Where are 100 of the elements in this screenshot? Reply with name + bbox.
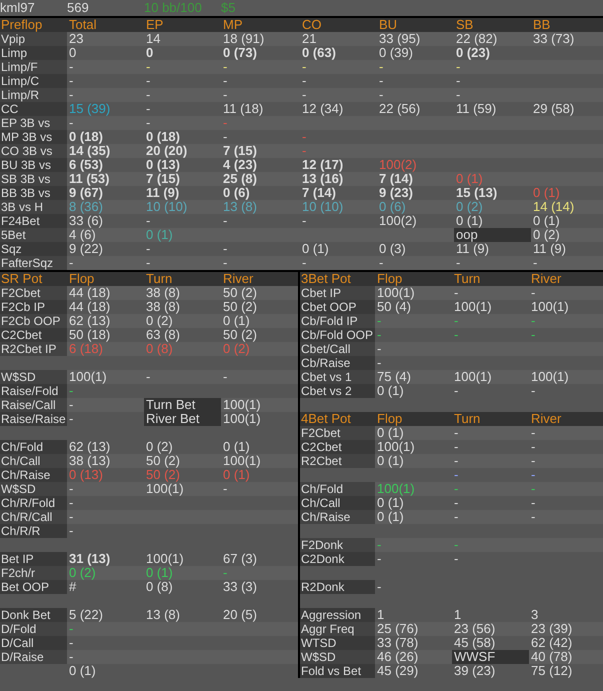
stat-value: 100(2) xyxy=(378,158,418,172)
row-label: Cbet vs 2 xyxy=(300,384,375,398)
stat-value: - xyxy=(145,116,152,130)
stat-value: 0 (73) xyxy=(222,46,257,60)
column-header: EP xyxy=(145,18,164,32)
stat-value: 0 xyxy=(68,46,78,60)
stat-value: 11 (18) xyxy=(222,102,264,116)
stat-value: - xyxy=(68,384,74,398)
stat-label: River Bet xyxy=(144,412,221,426)
row-label: D/Call xyxy=(0,636,67,650)
stat-value: 0 (1) xyxy=(68,664,97,678)
stat-value: - xyxy=(530,482,536,496)
stat-value: - xyxy=(453,286,460,300)
stat-value: 100(1) xyxy=(68,370,108,384)
stat-value: 100(1) xyxy=(222,398,262,412)
row-label: Ch/Raise xyxy=(300,510,375,524)
stat-value: - xyxy=(222,74,228,88)
stat-value: 100(2) xyxy=(378,214,418,228)
row-label: F2Cbet xyxy=(300,426,375,440)
row-label: CO 3B vs xyxy=(0,144,67,158)
row-label: R2Cbet IP xyxy=(0,342,67,356)
column-header: MP xyxy=(222,18,244,32)
stat-value: 20 (5) xyxy=(222,608,258,622)
row-label: Cbet/Call xyxy=(300,342,375,356)
stat-value: 13 (8) xyxy=(145,608,181,622)
stat-value: 33 (73) xyxy=(532,32,576,46)
stat-value: - xyxy=(145,256,152,270)
stat-value: - xyxy=(455,60,462,74)
stat-value: - xyxy=(222,60,228,74)
row-label: F2Cb OOP xyxy=(0,314,67,328)
stat-value: - xyxy=(530,454,536,468)
column-header: Turn xyxy=(145,272,174,286)
stat-value: - xyxy=(376,552,382,566)
stat-value: - xyxy=(68,88,74,102)
column-header: River xyxy=(530,412,562,426)
stat-value: - xyxy=(222,482,228,496)
stat-value: 44 (18) xyxy=(68,300,112,314)
row-label: F24Bet xyxy=(0,214,67,228)
stat-value: - xyxy=(453,440,460,454)
stat-value: 11 (9) xyxy=(532,242,567,256)
section-title: 4Bet Pot xyxy=(300,412,352,426)
stat-value: 0 (1) xyxy=(145,228,174,242)
stat-value: 0 (1) xyxy=(376,426,405,440)
stat-value: 38 (13) xyxy=(68,454,112,468)
stat-value: 14 xyxy=(145,32,162,46)
row-label: Ch/R/Call xyxy=(0,510,67,524)
row-label: MP 3B vs xyxy=(0,130,67,144)
column-header: River xyxy=(530,272,562,286)
row-label: Ch/R/Fold xyxy=(0,496,67,510)
section-title: 3Bet Pot xyxy=(300,272,352,286)
stat-value: - xyxy=(455,256,462,270)
stat-value: 33 (78) xyxy=(376,636,420,650)
stat-value: - xyxy=(530,314,536,328)
stat-value: 7 (14) xyxy=(301,186,336,200)
stat-value: - xyxy=(68,74,74,88)
stat-value: - xyxy=(530,468,536,482)
stat-value: 0 (2) xyxy=(145,440,174,454)
stat-value: 8 (36) xyxy=(68,200,104,214)
stat-value: 13 (8) xyxy=(222,200,258,214)
stat-value: 11 (9) xyxy=(145,186,180,200)
stat-value: 0 (6) xyxy=(222,186,250,200)
stat-value: 0 (1) xyxy=(301,242,330,256)
stat-value: 40 (78) xyxy=(530,650,574,664)
stat-value: 39 (23) xyxy=(453,664,496,678)
stat-value: 4 (6) xyxy=(68,228,96,242)
stat-value: - xyxy=(376,342,382,356)
stat-value: - xyxy=(222,566,228,580)
stat-value: 33 (95) xyxy=(378,32,422,46)
stat-value: 50 (2) xyxy=(222,300,258,314)
stat-value: - xyxy=(301,130,308,144)
row-label: Limp/R xyxy=(0,88,67,102)
stat-value: 38 (8) xyxy=(145,300,181,314)
stat-value: - xyxy=(68,60,74,74)
stat-value: 0 xyxy=(145,46,154,60)
stat-value: 10 (10) xyxy=(145,200,188,214)
section-title: SR Pot xyxy=(0,272,44,286)
row-label: W$SD xyxy=(0,482,67,496)
row-label: W$SD xyxy=(0,370,67,384)
stat-value: 0 (63) xyxy=(301,46,337,60)
row-label: C2Donk xyxy=(300,552,375,566)
row-label: Ch/Call xyxy=(0,454,67,468)
stat-value: - xyxy=(222,116,228,130)
stat-value: 50 (2) xyxy=(145,468,181,482)
stat-value: 18 (91) xyxy=(222,32,266,46)
column-header: Flop xyxy=(376,272,404,286)
stat-value: 67 (3) xyxy=(222,552,258,566)
stat-value: - xyxy=(453,496,460,510)
row-label: Limp/F xyxy=(0,60,67,74)
stat-value: 0 (1) xyxy=(376,496,404,510)
row-label: Cbet IP xyxy=(300,286,375,300)
hand-count: 569 xyxy=(67,0,90,16)
stat-value: 0 (39) xyxy=(378,46,413,60)
stat-value: 9 (22) xyxy=(68,242,104,256)
stat-value: 29 (58) xyxy=(532,102,576,116)
column-header: Total xyxy=(68,18,98,32)
stat-value: - xyxy=(68,650,74,664)
stat-value: - xyxy=(530,286,536,300)
section-title: Preflop xyxy=(0,18,44,32)
stat-value: - xyxy=(145,60,152,74)
row-label: CC xyxy=(0,102,67,116)
